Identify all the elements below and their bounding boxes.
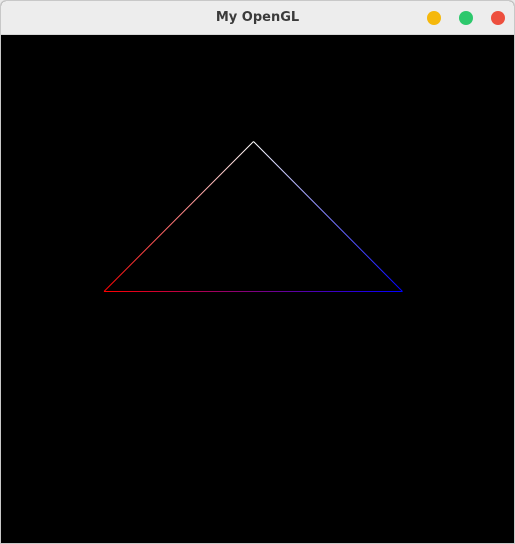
opengl-viewport[interactable] [4, 36, 514, 543]
minimize-button[interactable] [427, 11, 441, 25]
maximize-button[interactable] [459, 11, 473, 25]
title-bar[interactable]: My OpenGL [1, 1, 514, 35]
triangle-render [103, 141, 403, 292]
close-button[interactable] [491, 11, 505, 25]
triangle-edge-left [103, 141, 254, 292]
app-window: My OpenGL [0, 0, 515, 544]
triangle-edge-right [253, 141, 403, 292]
